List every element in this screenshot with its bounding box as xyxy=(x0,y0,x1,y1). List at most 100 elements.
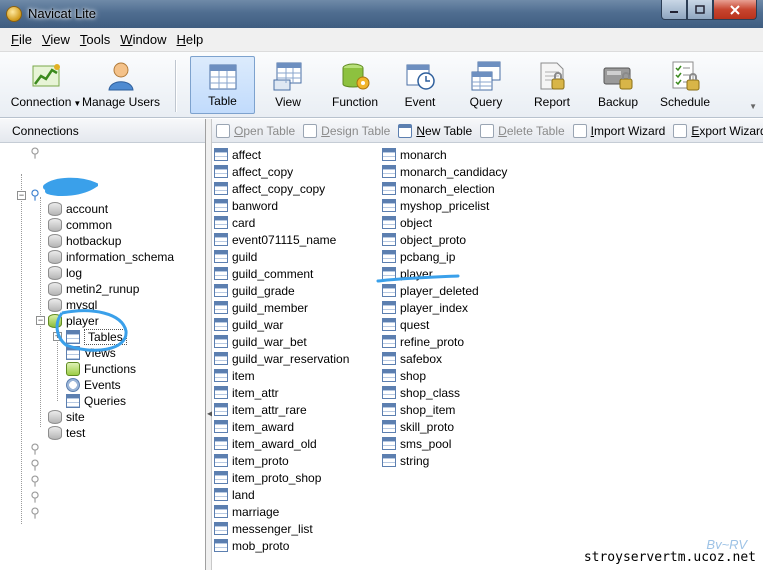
table-item[interactable]: mob_proto xyxy=(214,537,349,554)
table-item[interactable]: shop xyxy=(382,367,507,384)
table-item[interactable]: guild_grade xyxy=(214,282,349,299)
table-icon xyxy=(382,250,396,263)
table-item[interactable]: item_award xyxy=(214,418,349,435)
table-item[interactable]: shop_item xyxy=(382,401,507,418)
table-item[interactable]: affect xyxy=(214,146,349,163)
database-node[interactable]: account xyxy=(48,201,108,217)
open-table-button[interactable]: Open Table xyxy=(216,123,295,138)
connection-node[interactable]: ⚲ xyxy=(28,473,46,489)
table-item[interactable]: player_index xyxy=(382,299,507,316)
table-item[interactable]: guild_member xyxy=(214,299,349,316)
connection-node[interactable]: ⚲ xyxy=(28,145,46,161)
table-button[interactable]: Table xyxy=(190,56,255,114)
table-item[interactable]: monarch xyxy=(382,146,507,163)
table-name: guild_comment xyxy=(232,266,314,281)
table-item[interactable]: card xyxy=(214,214,349,231)
toolbar-overflow-icon[interactable]: ▼ xyxy=(749,102,757,111)
table-item[interactable]: monarch_election xyxy=(382,180,507,197)
event-label: Event xyxy=(404,95,436,109)
table-item[interactable]: item_attr_rare xyxy=(214,401,349,418)
menu-file[interactable]: File xyxy=(6,32,37,47)
table-name: item_proto xyxy=(232,453,289,468)
table-icon xyxy=(214,318,228,331)
event-button[interactable]: Event xyxy=(392,56,448,114)
schedule-button[interactable]: Schedule xyxy=(656,56,714,114)
menu-help[interactable]: Help xyxy=(172,32,209,47)
table-item[interactable]: item_proto_shop xyxy=(214,469,349,486)
manage-users-button[interactable]: Manage Users xyxy=(82,56,160,114)
table-item[interactable]: affect_copy xyxy=(214,163,349,180)
function-button[interactable]: Function xyxy=(325,56,385,114)
table-item[interactable]: guild_comment xyxy=(214,265,349,282)
table-item[interactable]: refine_proto xyxy=(382,333,507,350)
table-item[interactable]: guild_war_bet xyxy=(214,333,349,350)
view-button[interactable]: View xyxy=(260,56,316,114)
connection-node[interactable]: ⚲ xyxy=(28,441,46,457)
table-item[interactable]: myshop_pricelist xyxy=(382,197,507,214)
table-item[interactable]: sms_pool xyxy=(382,435,507,452)
navicat-app-icon xyxy=(6,6,22,22)
table-item[interactable]: monarch_candidacy xyxy=(382,163,507,180)
table-item[interactable]: item_attr xyxy=(214,384,349,401)
connection-node[interactable]: ⚲ xyxy=(28,489,46,505)
table-item[interactable]: item_award_old xyxy=(214,435,349,452)
close-icon[interactable] xyxy=(713,0,757,20)
database-site[interactable]: site xyxy=(48,409,85,425)
report-button[interactable]: Report xyxy=(524,56,580,114)
table-item[interactable]: land xyxy=(214,486,349,503)
table-item[interactable]: guild_war xyxy=(214,316,349,333)
connection-node[interactable]: ⚲ xyxy=(28,457,46,473)
tree-item-queries[interactable]: Queries xyxy=(66,393,126,409)
connection-button[interactable]: Connection ▼ xyxy=(11,56,81,114)
new-table-button[interactable]: New Table xyxy=(398,123,472,138)
table-column: monarch monarch_candidacy monarch_election… xyxy=(382,146,507,469)
collapse-icon[interactable]: − xyxy=(17,191,26,200)
table-item[interactable]: object_proto xyxy=(382,231,507,248)
tree-item-events[interactable]: Events xyxy=(66,377,121,393)
table-item[interactable]: quest xyxy=(382,316,507,333)
table-item[interactable]: affect_copy_copy xyxy=(214,180,349,197)
table-item[interactable]: item_proto xyxy=(214,452,349,469)
table-item[interactable]: skill_proto xyxy=(382,418,507,435)
table-item[interactable]: pcbang_ip xyxy=(382,248,507,265)
design-table-button[interactable]: Design Table xyxy=(303,123,390,138)
database-node[interactable]: information_schema xyxy=(48,249,174,265)
table-item[interactable]: guild xyxy=(214,248,349,265)
maximize-icon[interactable] xyxy=(687,0,713,20)
menu-tools[interactable]: Tools xyxy=(75,32,115,47)
database-test[interactable]: test xyxy=(48,425,85,441)
menu-view[interactable]: View xyxy=(37,32,75,47)
database-node[interactable]: hotbackup xyxy=(48,233,121,249)
table-item[interactable]: object xyxy=(382,214,507,231)
import-wizard-label: Import Wizard xyxy=(590,123,666,138)
table-name: marriage xyxy=(232,504,280,519)
table-name: refine_proto xyxy=(400,334,465,349)
delete-table-button[interactable]: Delete Table xyxy=(480,123,565,138)
export-wizard-button[interactable]: Export Wizard xyxy=(673,123,763,138)
table-name: card xyxy=(232,215,256,230)
collapse-icon[interactable]: − xyxy=(36,316,45,325)
table-item[interactable]: banword xyxy=(214,197,349,214)
table-item[interactable]: string xyxy=(382,452,507,469)
table-name: item_award xyxy=(232,419,295,434)
table-item[interactable]: guild_war_reservation xyxy=(214,350,349,367)
table-item[interactable]: marriage xyxy=(214,503,349,520)
table-item[interactable]: event071115_name xyxy=(214,231,349,248)
table-item[interactable]: shop_class xyxy=(382,384,507,401)
backup-button[interactable]: Backup xyxy=(590,56,646,114)
table-name: guild_war xyxy=(232,317,284,332)
connection-node[interactable]: ⚲ xyxy=(28,505,46,521)
database-label: account xyxy=(66,202,109,216)
database-node[interactable]: metin2_runup xyxy=(48,281,139,297)
table-item[interactable]: item xyxy=(214,367,349,384)
table-name: affect_copy xyxy=(232,164,294,179)
table-name: mob_proto xyxy=(232,538,290,553)
database-node[interactable]: log xyxy=(48,265,82,281)
menu-window[interactable]: Window xyxy=(115,32,171,47)
table-item[interactable]: messenger_list xyxy=(214,520,349,537)
table-item[interactable]: safebox xyxy=(382,350,507,367)
query-button[interactable]: Query xyxy=(458,56,514,114)
minimize-icon[interactable] xyxy=(661,0,687,20)
import-wizard-button[interactable]: Import Wizard xyxy=(572,123,666,138)
database-node[interactable]: common xyxy=(48,217,112,233)
